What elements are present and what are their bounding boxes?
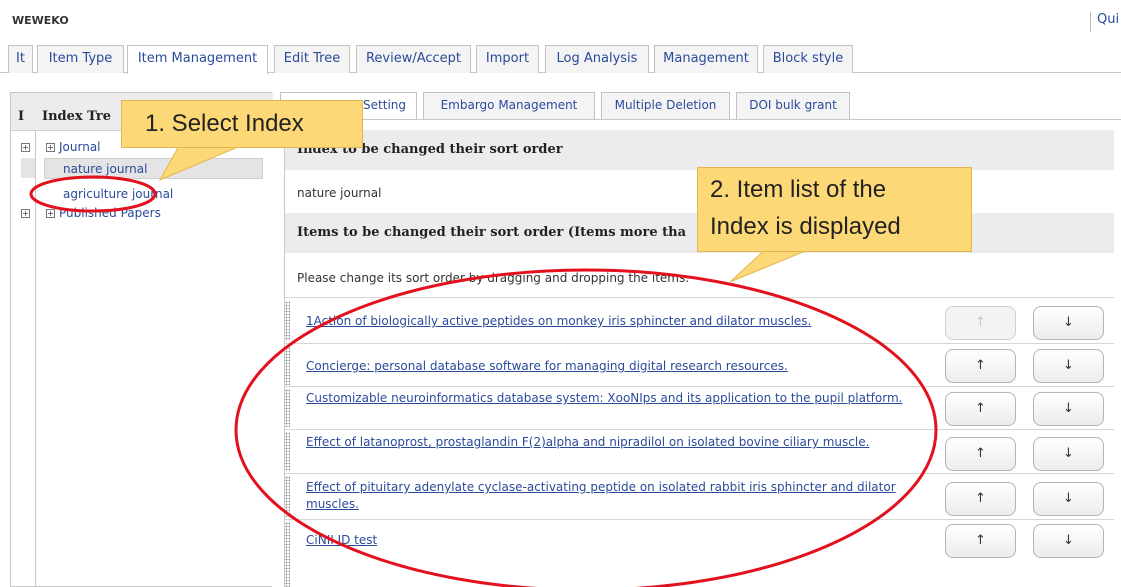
move-up-button[interactable]: ↑ (945, 482, 1016, 516)
subtab-embargo-management[interactable]: Embargo Management (423, 92, 595, 119)
move-down-button[interactable]: ↓ (1033, 437, 1104, 471)
callout-item-list-line1: 2. Item list of the (710, 176, 887, 203)
drag-handle-icon[interactable] (285, 301, 290, 341)
list-item[interactable]: CiNII ID test ↑ ↓ (285, 520, 1114, 587)
plus-icon[interactable]: + (21, 209, 30, 218)
plus-icon[interactable]: + (46, 143, 55, 152)
drag-instruction: Please change its sort order by dragging… (297, 271, 690, 285)
move-up-button[interactable]: ↑ (945, 524, 1016, 558)
item-title-link[interactable]: Effect of pituitary adenylate cyclase-ac… (306, 479, 936, 513)
tab-truncated[interactable]: It (8, 45, 33, 73)
move-down-button[interactable]: ↓ (1033, 524, 1104, 558)
tree-node-journal[interactable]: Journal (59, 140, 101, 154)
item-title-link[interactable]: Concierge: personal database software fo… (306, 358, 936, 375)
index-tree-panel: I Index Tre + + Journal nature journal a… (10, 92, 273, 587)
brand-logo: WEWEKO (12, 14, 69, 27)
tab-import[interactable]: Import (476, 45, 539, 73)
drag-handle-icon[interactable] (285, 347, 290, 385)
subtab-multiple-deletion[interactable]: Multiple Deletion (601, 92, 730, 119)
move-up-button[interactable]: ↑ (945, 306, 1016, 340)
move-up-button[interactable]: ↑ (945, 349, 1016, 383)
list-item[interactable]: Effect of latanoprost, prostaglandin F(2… (285, 430, 1114, 473)
tree-node-agriculture-journal[interactable]: agriculture journal (63, 187, 173, 201)
list-item[interactable]: Customizable neuroinformatics database s… (285, 387, 1114, 429)
subtab-doi-bulk-grant[interactable]: DOI bulk grant (736, 92, 850, 119)
plus-icon[interactable]: + (46, 209, 55, 218)
item-title-link[interactable]: Effect of latanoprost, prostaglandin F(2… (306, 434, 936, 451)
selected-index-name: nature journal (297, 186, 382, 200)
item-title-link[interactable]: Customizable neuroinformatics database s… (306, 390, 936, 426)
move-down-button[interactable]: ↓ (1033, 349, 1104, 383)
tree-node-nature-journal[interactable]: nature journal (63, 162, 147, 176)
top-bar: WEWEKO Qui (0, 0, 1121, 32)
item-title-link[interactable]: 1Action of biologically active peptides … (306, 313, 936, 330)
drag-handle-icon[interactable] (285, 432, 290, 471)
drag-handle-icon[interactable] (285, 522, 290, 587)
list-item[interactable]: Effect of pituitary adenylate cyclase-ac… (285, 474, 1114, 519)
tab-review-accept[interactable]: Review/Accept (356, 45, 471, 73)
callout-item-list: 2. Item list of the Index is displayed (697, 167, 972, 252)
drag-handle-icon[interactable] (285, 389, 290, 427)
tab-log-analysis[interactable]: Log Analysis (545, 45, 649, 73)
tab-management[interactable]: Management (654, 45, 758, 73)
list-item[interactable]: Concierge: personal database software fo… (285, 344, 1114, 386)
sortable-item-list: 1Action of biologically active peptides … (285, 298, 1114, 587)
tab-block-style[interactable]: Block style (763, 45, 853, 73)
quick-link[interactable]: Qui (1090, 12, 1119, 32)
drag-handle-icon[interactable] (285, 476, 290, 517)
tab-item-management[interactable]: Item Management (127, 45, 268, 74)
tree-row-highlight (21, 158, 35, 178)
callout-select-index-text: 1. Select Index (145, 110, 304, 137)
item-title-link[interactable]: CiNII ID test (306, 532, 936, 549)
move-up-button[interactable]: ↑ (945, 392, 1016, 426)
list-item[interactable]: 1Action of biologically active peptides … (285, 298, 1114, 343)
plus-icon[interactable]: + (21, 143, 30, 152)
items-section-title: Items to be changed their sort order (It… (297, 225, 686, 240)
subtab-divider (278, 119, 1121, 120)
index-section-header: Index to be changed their sort order (285, 130, 1114, 170)
tab-item-type[interactable]: Item Type (37, 45, 124, 73)
move-up-button[interactable]: ↑ (945, 437, 1016, 471)
callout-select-index: 1. Select Index (121, 100, 363, 148)
main-tab-bar: It Item Type Item Management Edit Tree R… (0, 45, 1121, 74)
move-down-button[interactable]: ↓ (1033, 482, 1104, 516)
move-down-button[interactable]: ↓ (1033, 306, 1104, 340)
tab-edit-tree[interactable]: Edit Tree (274, 45, 350, 73)
tree-sidebar-strip (11, 131, 36, 587)
callout-item-list-line2: Index is displayed (710, 213, 901, 240)
index-tree-title: Index Tre (42, 109, 112, 124)
index-tree-header-prefix: I (18, 109, 25, 124)
tree-node-published-papers[interactable]: Published Papers (59, 206, 161, 220)
move-down-button[interactable]: ↓ (1033, 392, 1104, 426)
